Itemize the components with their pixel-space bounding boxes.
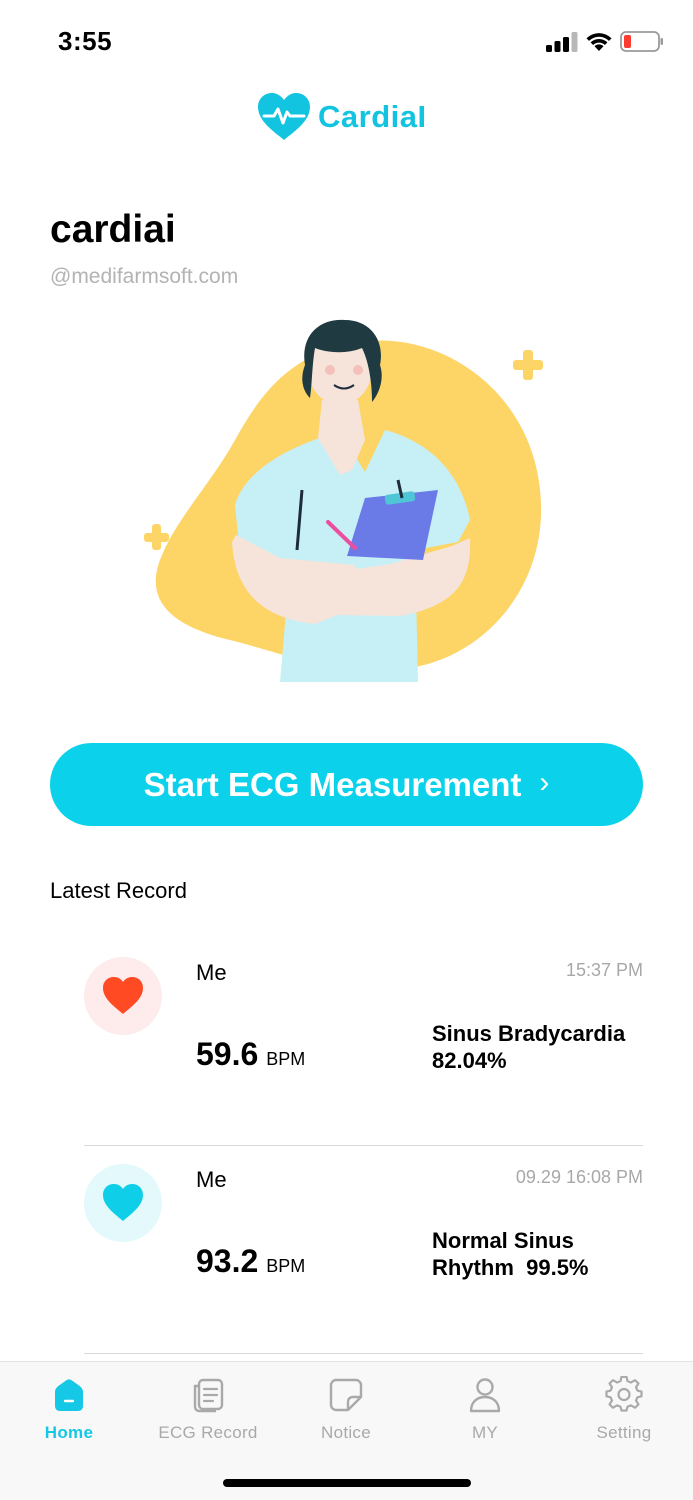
start-ecg-measurement-label: Start ECG Measurement: [143, 765, 522, 803]
bpm-value: 93.2: [196, 1243, 259, 1279]
record-item[interactable]: Me 15:37 PM 59.6 BPM Sinus Bradycardia 8…: [0, 940, 693, 1140]
diagnosis-line-1: Normal Sinus: [432, 1228, 574, 1253]
tab-ecg-record-label: ECG Record: [158, 1423, 258, 1442]
record-user: Me: [196, 960, 227, 985]
wifi-icon: [586, 33, 612, 51]
bpm-unit: BPM: [266, 1049, 306, 1069]
record-diagnosis: Sinus Bradycardia 82.04%: [432, 1020, 647, 1074]
status-time: 3:55: [58, 26, 113, 56]
tab-ecg-record[interactable]: ECG Record: [139, 1362, 277, 1452]
tab-my[interactable]: MY: [416, 1362, 554, 1452]
profile-email: @medifarmsoft.com: [50, 265, 239, 288]
person-icon: [469, 1378, 501, 1413]
record-heart-badge: [84, 957, 162, 1035]
tab-notice[interactable]: Notice: [277, 1362, 415, 1452]
profile-name: cardiai: [50, 208, 176, 251]
battery-icon: [620, 31, 663, 52]
bpm-unit: BPM: [266, 1256, 306, 1276]
tab-notice-label: Notice: [321, 1423, 371, 1442]
record-item[interactable]: Me 09.29 16:08 PM 93.2 BPM Normal Sinus …: [0, 1147, 693, 1347]
tab-setting-label: Setting: [596, 1423, 652, 1442]
cellular-signal-icon: [546, 32, 578, 52]
record-time: 09.29 16:08 PM: [515, 1167, 643, 1187]
tab-home[interactable]: Home: [0, 1362, 138, 1452]
record-divider: [84, 1145, 643, 1146]
tab-setting[interactable]: Setting: [555, 1362, 693, 1452]
tab-home-label: Home: [44, 1423, 94, 1442]
record-divider: [84, 1353, 643, 1354]
tab-my-label: MY: [471, 1423, 499, 1442]
note-icon: [329, 1378, 363, 1412]
record-bpm: 59.6 BPM: [196, 1036, 305, 1073]
diagnosis-line-1: Sinus Bradycardia: [432, 1021, 626, 1046]
latest-record-title: Latest Record: [50, 878, 187, 903]
record-bpm: 93.2 BPM: [196, 1243, 305, 1280]
doctor-illustration: [144, 319, 543, 682]
chevron-right-icon: ›: [539, 766, 550, 799]
gear-icon: [605, 1376, 643, 1412]
heart-pulse-logo-icon: [258, 93, 310, 140]
record-time: 15:37 PM: [565, 960, 643, 980]
diagnosis-line-2: Rhythm 99.5%: [432, 1255, 589, 1280]
home-indicator[interactable]: [223, 1479, 471, 1487]
record-diagnosis: Normal Sinus Rhythm 99.5%: [432, 1227, 647, 1281]
app-name: CardiaI: [318, 99, 427, 134]
home-icon: [55, 1379, 83, 1411]
start-ecg-measurement-button[interactable]: Start ECG Measurement ›: [50, 743, 643, 826]
bpm-value: 59.6: [196, 1036, 259, 1072]
record-heart-badge: [84, 1164, 162, 1242]
status-bar: 3:55: [0, 0, 693, 80]
heart-icon: [103, 1184, 143, 1221]
app-logo: CardiaI: [256, 92, 427, 142]
document-icon: [193, 1378, 224, 1413]
heart-icon: [103, 977, 143, 1014]
record-user: Me: [196, 1167, 227, 1192]
diagnosis-line-2: 82.04%: [432, 1048, 507, 1073]
